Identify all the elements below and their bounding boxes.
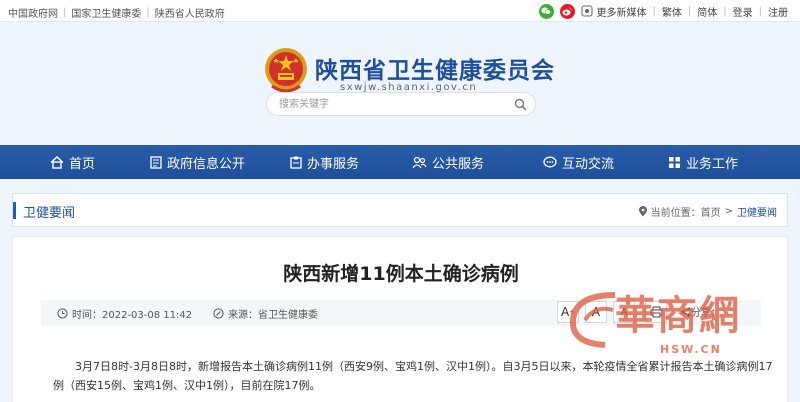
divider: | — [63, 7, 67, 18]
hsw-watermark: 華商網 HSW.CN — [565, 283, 800, 402]
nav-label: 公共服务 — [432, 156, 485, 172]
divider: | — [687, 5, 692, 17]
watermark-url: HSW.CN — [660, 343, 722, 356]
traditional-chinese-link[interactable]: 繁体 — [662, 4, 682, 19]
divider: | — [146, 7, 150, 18]
new-media-icon — [581, 5, 594, 18]
clock-icon — [57, 308, 68, 319]
login-link[interactable]: 登录 — [733, 4, 753, 19]
top-links: 中国政府网 | 国家卫生健康委 | 陕西省人民政府 — [8, 5, 225, 20]
nav-services[interactable]: 办事服务 — [290, 145, 359, 179]
breadcrumb-home[interactable]: 首页 — [701, 204, 721, 219]
main-nav: 首页 政府信息公开 办事服务 公共服务 互动交流 业务工作 — [0, 145, 800, 179]
register-link[interactable]: 注册 — [768, 4, 788, 19]
article-source-text: 来源：省卫生健康委 — [228, 310, 318, 321]
pen-icon — [213, 308, 224, 319]
breadcrumb: 当前位置： 首页 > 卫健要闻 — [638, 204, 777, 219]
site-header: 陕西省卫生健康委员会 sxwjw.shaanxi.gov.cn — [0, 22, 800, 145]
breadcrumb-separator: > — [724, 206, 733, 217]
chat-icon — [543, 156, 557, 167]
section-title: 卫健要闻 — [23, 206, 76, 221]
nav-label: 业务工作 — [686, 156, 739, 172]
divider: | — [758, 5, 762, 17]
nav-label: 互动交流 — [562, 156, 615, 172]
search-icon[interactable] — [514, 98, 527, 111]
grid-icon — [669, 156, 680, 168]
link-nhc[interactable]: 国家卫生健康委 — [71, 5, 141, 20]
more-media-link[interactable]: 更多新媒体 — [597, 4, 647, 19]
breadcrumb-current[interactable]: 卫健要闻 — [737, 204, 777, 219]
location-pin-icon — [638, 206, 647, 217]
nav-business[interactable]: 业务工作 — [668, 145, 738, 179]
nav-gov-info[interactable]: 政府信息公开 — [150, 145, 245, 179]
divider: | — [652, 5, 656, 17]
search-input[interactable] — [279, 97, 509, 112]
clipboard-icon — [290, 156, 302, 169]
article-source: 来源：省卫生健康委 — [213, 306, 318, 321]
divider: | — [723, 5, 727, 17]
nav-public-services[interactable]: 公共服务 — [412, 145, 484, 179]
watermark-text: 華商網 — [615, 292, 741, 339]
publish-time: 时间：2022-03-08 11:42 — [57, 306, 192, 321]
article-title: 陕西新增11例本土确诊病例 — [283, 263, 519, 285]
nav-interaction[interactable]: 互动交流 — [543, 145, 614, 179]
nav-label: 政府信息公开 — [167, 156, 246, 172]
site-title: 陕西省卫生健康委员会 — [315, 57, 555, 84]
document-icon — [150, 155, 162, 169]
home-icon — [50, 155, 64, 169]
section-accent — [13, 202, 16, 219]
wechat-icon[interactable] — [538, 3, 554, 19]
top-utility-bar: 中国政府网 | 国家卫生健康委 | 陕西省人民政府 更多新媒体 | 繁体 | 简… — [0, 0, 800, 22]
link-gov-cn[interactable]: 中国政府网 — [8, 5, 58, 20]
weibo-icon[interactable] — [559, 3, 575, 19]
nav-label: 首页 — [69, 156, 96, 172]
section-header: 卫健要闻 当前位置： 首页 > 卫健要闻 — [12, 193, 788, 227]
publish-time-text: 时间：2022-03-08 11:42 — [72, 310, 193, 321]
search-box — [266, 92, 536, 116]
top-right-tools: 更多新媒体 | 繁体 | 简体 | 登录 | 注册 — [538, 3, 788, 19]
simplified-chinese-link[interactable]: 简体 — [697, 4, 717, 19]
breadcrumb-label: 当前位置： — [650, 208, 701, 219]
people-icon — [412, 156, 427, 168]
national-emblem-icon — [265, 48, 307, 93]
nav-label: 办事服务 — [307, 156, 360, 172]
nav-home[interactable]: 首页 — [50, 145, 95, 179]
link-shaanxi-gov[interactable]: 陕西省人民政府 — [155, 5, 225, 20]
